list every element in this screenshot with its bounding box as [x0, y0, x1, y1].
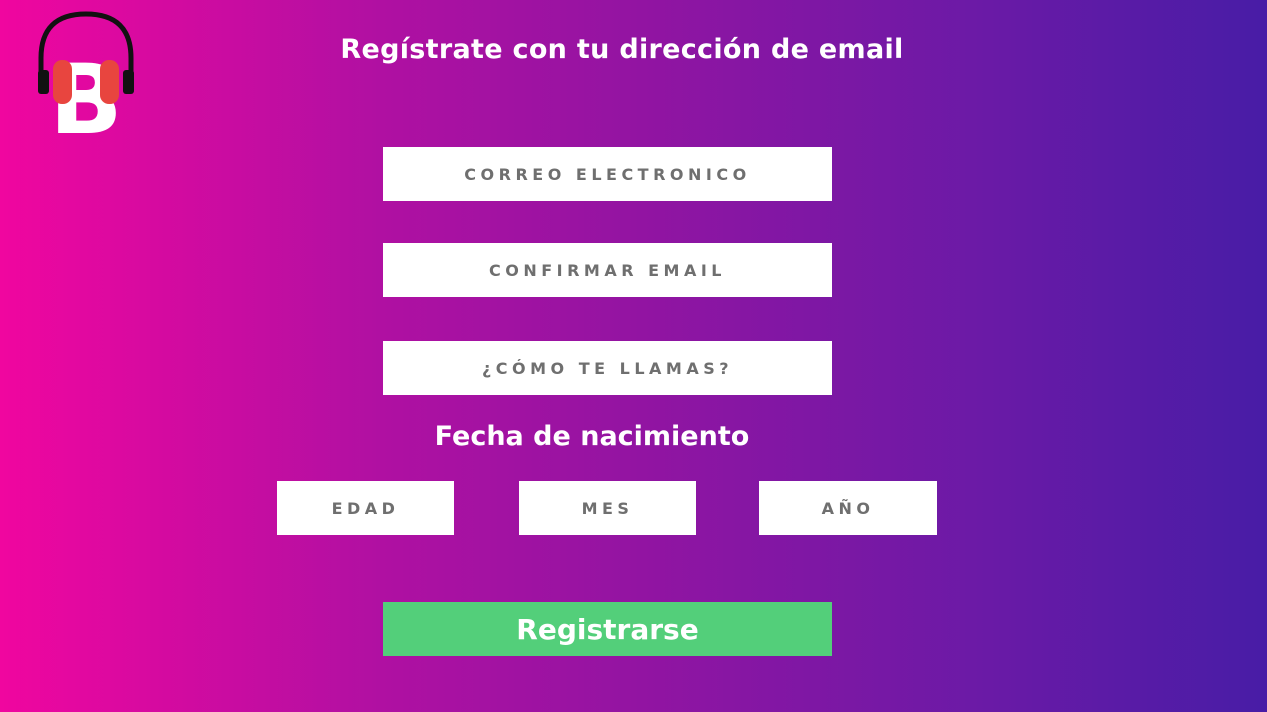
- name-field[interactable]: [383, 341, 832, 395]
- birthdate-label: Fecha de nacimiento: [434, 421, 750, 452]
- birth-day-field[interactable]: [277, 481, 454, 535]
- confirm-email-field[interactable]: [383, 243, 832, 297]
- birth-month-field[interactable]: [519, 481, 696, 535]
- page-title: Regístrate con tu dirección de email: [340, 34, 904, 65]
- email-field[interactable]: [383, 147, 832, 201]
- register-button[interactable]: Registrarse: [383, 602, 832, 656]
- birth-year-field[interactable]: [759, 481, 937, 535]
- headphones-b-logo: B: [38, 11, 134, 138]
